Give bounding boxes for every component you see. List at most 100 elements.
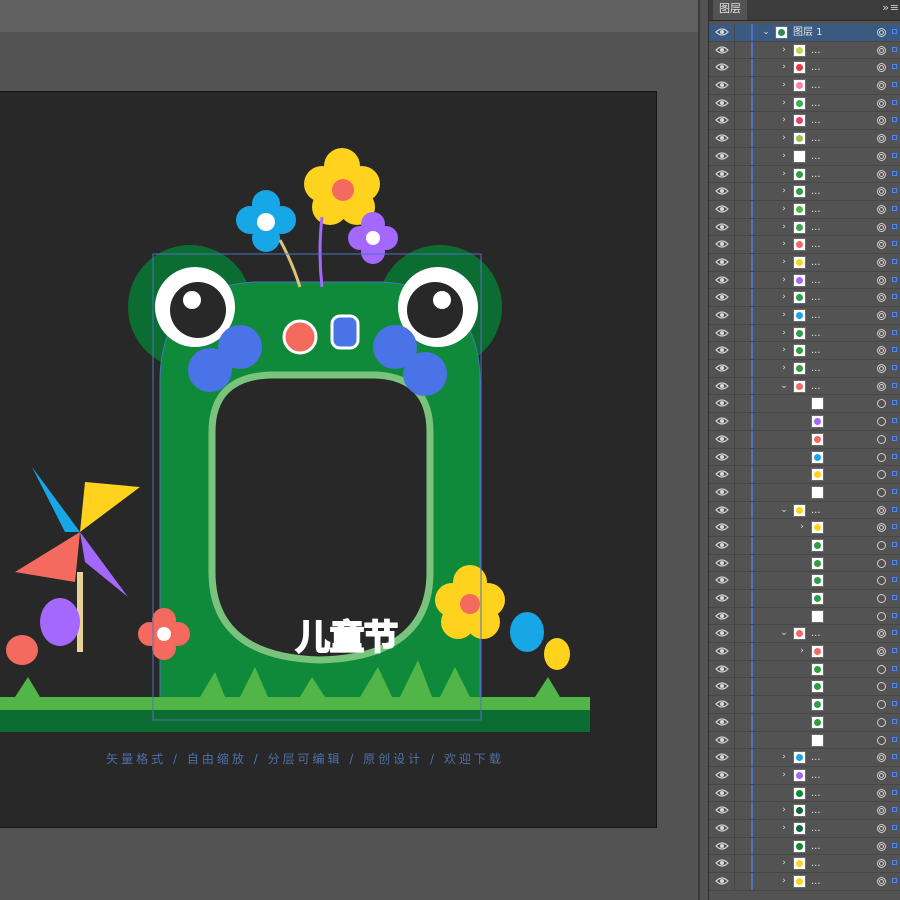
- expand-closed-icon[interactable]: ›: [779, 274, 789, 286]
- selection-square-icon[interactable]: [892, 771, 897, 777]
- visibility-eye-icon[interactable]: [715, 239, 729, 249]
- visibility-eye-icon[interactable]: [715, 469, 729, 479]
- layer-row[interactable]: ›...: [709, 324, 900, 343]
- layer-row[interactable]: [709, 413, 900, 431]
- layer-row[interactable]: ›...: [709, 236, 900, 254]
- visibility-eye-icon[interactable]: [715, 717, 729, 727]
- layer-row[interactable]: ›...: [709, 307, 900, 325]
- lock-toggle[interactable]: [734, 94, 735, 112]
- lock-toggle[interactable]: [734, 660, 735, 678]
- target-circle-icon[interactable]: [877, 45, 886, 55]
- target-circle-icon[interactable]: [877, 63, 886, 73]
- lock-toggle[interactable]: [734, 236, 735, 253]
- selection-square-icon[interactable]: [892, 860, 897, 866]
- layer-row[interactable]: [709, 678, 900, 697]
- expand-closed-icon[interactable]: ›: [779, 61, 789, 73]
- layer-name[interactable]: ...: [811, 61, 821, 74]
- visibility-eye-icon[interactable]: [715, 275, 729, 285]
- layer-name[interactable]: ...: [811, 327, 821, 340]
- lock-toggle[interactable]: [734, 218, 735, 236]
- layer-row[interactable]: ›: [709, 519, 900, 537]
- layer-row[interactable]: ⌄...: [709, 377, 900, 396]
- lock-toggle[interactable]: [734, 519, 735, 536]
- target-circle-icon[interactable]: [877, 717, 886, 727]
- target-circle-icon[interactable]: [877, 98, 886, 108]
- heart-coral[interactable]: [6, 635, 38, 665]
- layer-name[interactable]: ...: [811, 256, 821, 269]
- layer-name[interactable]: ...: [811, 857, 821, 870]
- layer-name[interactable]: ...: [811, 114, 821, 127]
- layer-name[interactable]: ...: [811, 751, 821, 764]
- visibility-eye-icon[interactable]: [715, 133, 729, 143]
- selection-square-icon[interactable]: [892, 683, 897, 689]
- document-workspace[interactable]: 儿童节 矢量格式 / 自由缩放 / 分层可编辑 / 原创设计 / 欢迎下载: [0, 0, 708, 900]
- lock-toggle[interactable]: [734, 731, 735, 749]
- layer-row[interactable]: ⌄ 图层 1: [709, 24, 900, 42]
- visibility-eye-icon[interactable]: [715, 151, 729, 161]
- target-circle-icon[interactable]: [877, 700, 886, 710]
- expand-closed-icon[interactable]: ›: [779, 857, 789, 869]
- lock-toggle[interactable]: [734, 643, 735, 660]
- expand-open-icon[interactable]: ⌄: [761, 26, 771, 38]
- layer-row[interactable]: ›...: [709, 873, 900, 891]
- selection-square-icon[interactable]: [892, 29, 897, 34]
- selection-square-icon[interactable]: [892, 824, 897, 830]
- expand-open-icon[interactable]: ⌄: [779, 380, 789, 392]
- lock-toggle[interactable]: [734, 749, 735, 766]
- layer-name[interactable]: ...: [811, 185, 821, 198]
- layer-row[interactable]: ...: [709, 784, 900, 803]
- visibility-eye-icon[interactable]: [715, 770, 729, 780]
- lock-toggle[interactable]: [734, 41, 735, 59]
- lock-toggle[interactable]: [734, 430, 735, 448]
- expand-closed-icon[interactable]: ›: [779, 97, 789, 109]
- layer-name[interactable]: ...: [811, 380, 821, 393]
- lock-toggle[interactable]: [734, 766, 735, 784]
- visibility-eye-icon[interactable]: [715, 505, 729, 515]
- expand-closed-icon[interactable]: ›: [779, 238, 789, 250]
- layer-name[interactable]: ...: [811, 79, 821, 92]
- layer-name[interactable]: ...: [811, 291, 821, 304]
- layer-row[interactable]: [709, 448, 900, 467]
- lock-toggle[interactable]: [734, 271, 735, 289]
- expand-closed-icon[interactable]: ›: [779, 168, 789, 180]
- layer-row[interactable]: ›...: [709, 165, 900, 184]
- visibility-eye-icon[interactable]: [715, 398, 729, 408]
- target-circle-icon[interactable]: [877, 647, 886, 657]
- panel-menu-icon[interactable]: ≡: [890, 1, 899, 14]
- target-circle-icon[interactable]: [877, 434, 886, 444]
- selection-square-icon[interactable]: [892, 294, 897, 300]
- layer-row[interactable]: ›...: [709, 94, 900, 113]
- target-circle-icon[interactable]: [877, 134, 886, 144]
- lock-toggle[interactable]: [734, 554, 735, 572]
- layer-row[interactable]: [709, 395, 900, 414]
- selection-square-icon[interactable]: [892, 453, 897, 459]
- expand-open-icon[interactable]: ⌄: [779, 627, 789, 639]
- flower-blue-top[interactable]: [236, 190, 296, 252]
- visibility-eye-icon[interactable]: [715, 310, 729, 320]
- lock-toggle[interactable]: [734, 607, 735, 625]
- visibility-eye-icon[interactable]: [715, 628, 729, 638]
- selection-square-icon[interactable]: [892, 258, 897, 264]
- lock-toggle[interactable]: [734, 112, 735, 130]
- layer-name[interactable]: ...: [811, 274, 821, 287]
- target-circle-icon[interactable]: [877, 841, 886, 851]
- target-circle-icon[interactable]: [877, 558, 886, 568]
- selection-square-icon[interactable]: [892, 382, 897, 388]
- visibility-eye-icon[interactable]: [715, 788, 729, 798]
- layer-name[interactable]: ...: [811, 504, 821, 517]
- expand-closed-icon[interactable]: ›: [779, 362, 789, 374]
- selection-square-icon[interactable]: [892, 559, 897, 565]
- lock-toggle[interactable]: [734, 873, 735, 890]
- layer-name[interactable]: ...: [811, 840, 821, 853]
- layer-row[interactable]: ›...: [709, 271, 900, 290]
- balloon-blue[interactable]: [510, 612, 544, 652]
- layer-row[interactable]: ›...: [709, 749, 900, 767]
- lock-toggle[interactable]: [734, 360, 735, 377]
- visibility-eye-icon[interactable]: [715, 115, 729, 125]
- lock-toggle[interactable]: [734, 59, 735, 77]
- layer-row[interactable]: ›...: [709, 183, 900, 201]
- layer-name[interactable]: ...: [811, 221, 821, 234]
- balloon-yellow[interactable]: [544, 638, 570, 670]
- lock-toggle[interactable]: [734, 147, 735, 165]
- expand-open-icon[interactable]: ⌄: [779, 504, 789, 516]
